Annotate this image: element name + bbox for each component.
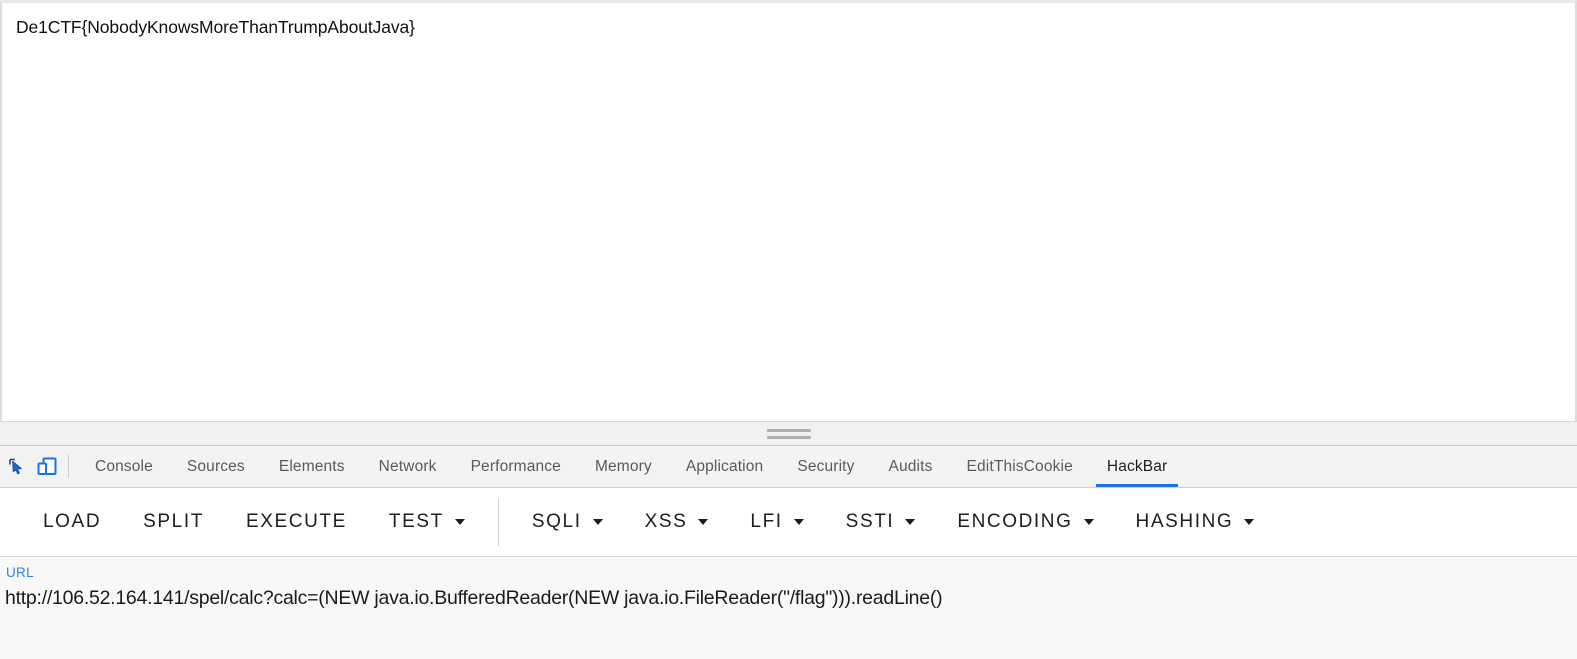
- button-label: LOAD: [43, 511, 102, 532]
- execute-button[interactable]: EXECUTE: [225, 500, 368, 544]
- tab-audits[interactable]: Audits: [872, 446, 950, 487]
- tab-memory[interactable]: Memory: [578, 446, 669, 487]
- tab-hackbar[interactable]: HackBar: [1090, 446, 1184, 487]
- tab-label: Elements: [278, 457, 345, 475]
- button-label: SPLIT: [143, 511, 204, 532]
- button-label: TEST: [388, 511, 444, 532]
- button-label: SSTI: [845, 511, 895, 532]
- button-label: LFI: [750, 511, 783, 532]
- devtools-tabbar: Console Sources Elements Network Perform…: [0, 446, 1577, 488]
- sqli-menu-button[interactable]: SQLI: [511, 500, 624, 544]
- tab-application[interactable]: Application: [669, 446, 780, 487]
- button-label: ENCODING: [957, 511, 1073, 532]
- tab-editthiscookie[interactable]: EditThisCookie: [950, 446, 1090, 487]
- url-panel: URL http://106.52.164.141/spel/calc?calc…: [0, 556, 1577, 659]
- chevron-down-icon: [793, 519, 804, 525]
- encoding-menu-button[interactable]: ENCODING: [936, 500, 1114, 544]
- tab-security[interactable]: Security: [780, 446, 871, 487]
- tab-label: Sources: [186, 457, 245, 475]
- hackbar-toolbar: LOAD SPLIT EXECUTE TEST SQLI XSS LFI SST…: [0, 488, 1577, 556]
- chevron-down-icon: [592, 519, 603, 525]
- button-label: XSS: [644, 511, 688, 532]
- button-label: EXECUTE: [245, 511, 347, 532]
- hackbar-divider: [497, 498, 499, 546]
- url-input[interactable]: http://106.52.164.141/spel/calc?calc=(NE…: [4, 587, 1577, 610]
- chevron-down-icon: [1083, 519, 1094, 525]
- drag-grip-icon[interactable]: [766, 428, 811, 439]
- tab-console[interactable]: Console: [78, 446, 170, 487]
- chevron-down-icon: [698, 519, 709, 525]
- tab-label: Console: [95, 457, 153, 475]
- tab-label: Audits: [888, 457, 933, 475]
- tab-label: EditThisCookie: [966, 457, 1073, 475]
- button-label: SQLI: [531, 511, 582, 532]
- lfi-menu-button[interactable]: LFI: [729, 500, 824, 544]
- tab-label: Network: [378, 457, 437, 475]
- devtools-tab-list: Console Sources Elements Network Perform…: [78, 446, 1184, 487]
- tab-label: Security: [797, 457, 855, 475]
- tab-label: Performance: [470, 457, 561, 475]
- tab-performance[interactable]: Performance: [454, 446, 578, 487]
- toolbar-divider: [68, 455, 69, 478]
- page-viewport: De1CTF{NobodyKnowsMoreThanTrumpAboutJava…: [0, 0, 1577, 421]
- split-button[interactable]: SPLIT: [122, 500, 225, 544]
- tab-network[interactable]: Network: [362, 446, 454, 487]
- inspect-cursor-icon[interactable]: [2, 446, 32, 487]
- browser-window: De1CTF{NobodyKnowsMoreThanTrumpAboutJava…: [0, 0, 1577, 659]
- chevron-down-icon: [1244, 519, 1255, 525]
- tab-elements[interactable]: Elements: [262, 446, 362, 487]
- xss-menu-button[interactable]: XSS: [624, 500, 730, 544]
- tab-label: Memory: [594, 457, 652, 475]
- tab-label: Application: [685, 457, 764, 475]
- button-label: HASHING: [1135, 511, 1234, 532]
- load-button[interactable]: LOAD: [22, 500, 122, 544]
- device-toolbar-icon[interactable]: [32, 446, 62, 487]
- url-field-label: URL: [6, 565, 34, 580]
- test-menu-button[interactable]: TEST: [368, 500, 486, 544]
- tab-label: HackBar: [1106, 457, 1168, 475]
- hashing-menu-button[interactable]: HASHING: [1115, 500, 1276, 544]
- chevron-down-icon: [454, 519, 465, 525]
- tab-sources[interactable]: Sources: [170, 446, 262, 487]
- page-response-text: De1CTF{NobodyKnowsMoreThanTrumpAboutJava…: [16, 17, 415, 37]
- devtools-resize-handle[interactable]: [0, 421, 1577, 446]
- chevron-down-icon: [905, 519, 916, 525]
- ssti-menu-button[interactable]: SSTI: [825, 500, 937, 544]
